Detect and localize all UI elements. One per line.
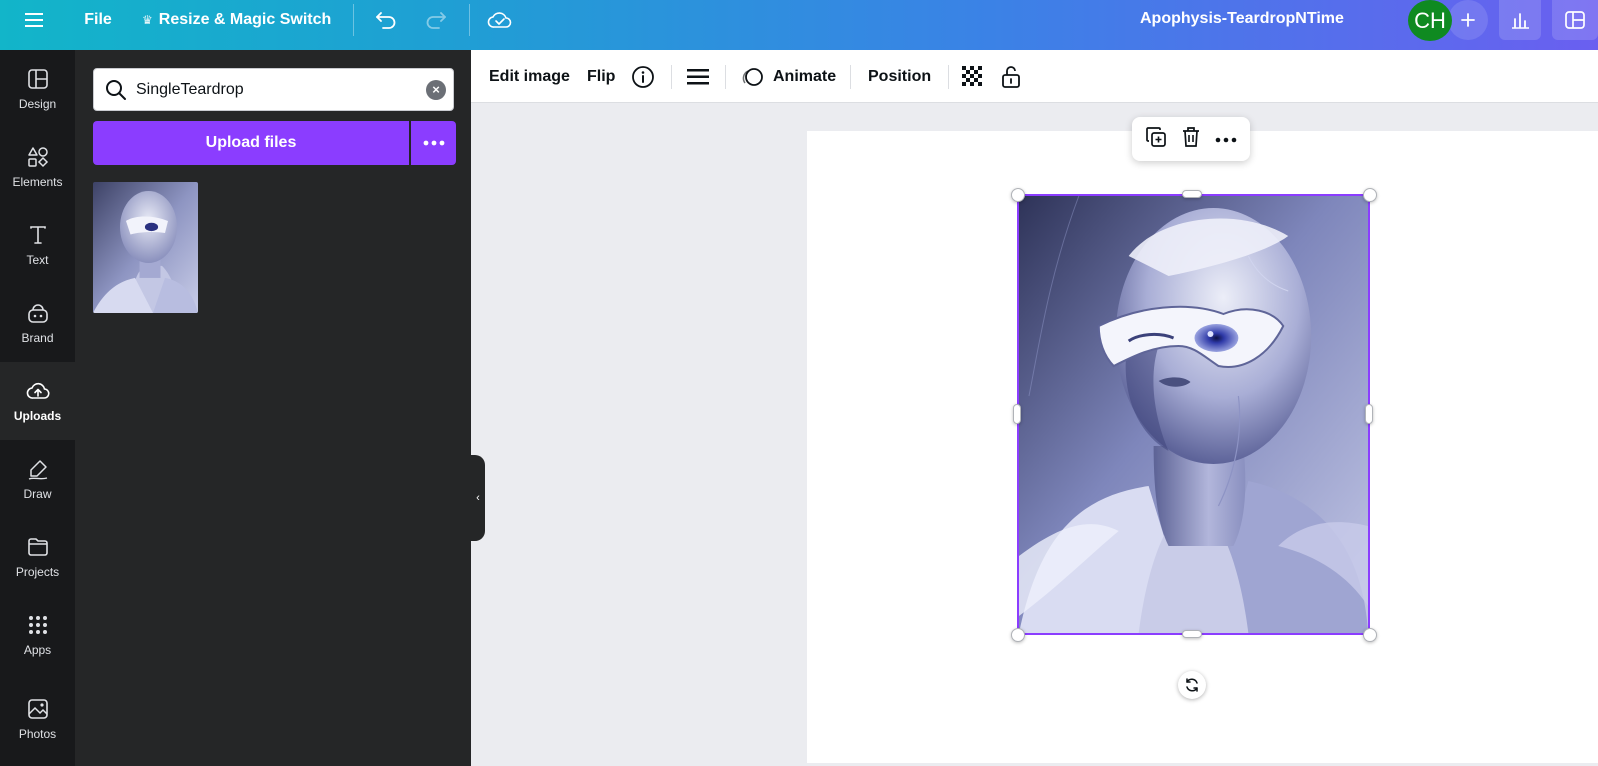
resize-label: Resize & Magic Switch [158, 11, 332, 28]
resize-handle-bottom[interactable] [1182, 630, 1202, 638]
lock-icon[interactable] [1000, 50, 1022, 103]
sidebar-item-uploads[interactable]: Uploads [0, 362, 75, 440]
sidebar-item-label: Brand [21, 331, 54, 345]
sidebar-item-label: Photos [18, 727, 57, 741]
sidebar-item-apps[interactable]: Apps [0, 596, 75, 674]
sidebar-item-label: Draw [23, 487, 52, 501]
animate-label: Animate [773, 67, 837, 85]
resize-handle-top[interactable] [1182, 190, 1202, 198]
clear-search-icon[interactable]: × [426, 79, 446, 100]
uploads-panel: × Upload files [75, 50, 471, 766]
cloud-upload-icon [26, 382, 50, 399]
border-style-icon[interactable] [687, 50, 709, 103]
resize-handle-top-right[interactable] [1363, 188, 1377, 202]
duplicate-icon[interactable] [1145, 126, 1167, 153]
sidebar-item-draw[interactable]: Draw [0, 440, 75, 518]
apps-grid-icon [28, 616, 47, 634]
edit-image-button[interactable]: Edit image [489, 50, 570, 103]
crown-icon: ♛ [142, 13, 153, 27]
brand-icon [27, 304, 48, 323]
sidebar-item-label: Elements [12, 175, 63, 189]
text-icon [29, 226, 46, 244]
sidebar-item-label: Uploads [13, 409, 62, 423]
resize-handle-bottom-right[interactable] [1363, 628, 1377, 642]
teardrop-portrait-image [1019, 196, 1368, 633]
folder-icon [27, 538, 48, 556]
sidebar-item-elements[interactable]: Elements [0, 128, 75, 206]
sidebar-item-projects[interactable]: Projects [0, 518, 75, 596]
pen-icon [28, 460, 47, 480]
undo-icon[interactable] [366, 0, 406, 40]
resize-handle-right[interactable] [1365, 404, 1373, 424]
sidebar-item-design[interactable]: Design [0, 50, 75, 128]
plus-icon[interactable] [1448, 0, 1488, 40]
sidebar-item-label: Projects [15, 565, 60, 579]
hamburger-icon[interactable] [16, 0, 52, 40]
sidebar-item-label: Design [18, 97, 57, 111]
context-toolbar: Edit image Flip Animate Position [471, 50, 1598, 103]
shapes-icon [27, 147, 48, 168]
selected-image[interactable] [1017, 194, 1370, 635]
divider [469, 4, 470, 36]
top-bar: File ♛ Resize & Magic Switch Apophysis-T… [0, 0, 1598, 50]
animate-icon [742, 67, 763, 86]
more-dots-icon[interactable] [1215, 130, 1237, 148]
search-field: × [93, 68, 454, 111]
left-rail: Design Elements Text Brand Uploads Draw … [0, 50, 75, 766]
sidebar-item-text[interactable]: Text [0, 206, 75, 284]
element-floating-toolbar [1132, 117, 1250, 161]
animate-button[interactable]: Animate [741, 50, 836, 103]
sidebar-item-brand[interactable]: Brand [0, 284, 75, 362]
share-icon[interactable] [1552, 0, 1598, 40]
bar-chart-icon[interactable] [1499, 0, 1541, 40]
layout-icon [27, 69, 48, 89]
redo-icon[interactable] [416, 0, 456, 40]
search-icon [96, 79, 136, 101]
sidebar-item-photos[interactable]: Photos [0, 680, 75, 758]
resize-handle-left[interactable] [1013, 404, 1021, 424]
position-button[interactable]: Position [868, 50, 931, 103]
sidebar-item-label: Apps [23, 643, 52, 657]
divider [353, 4, 354, 36]
flip-button[interactable]: Flip [587, 50, 615, 103]
info-icon[interactable] [631, 50, 655, 103]
cloud-check-icon[interactable] [480, 0, 520, 40]
trash-icon[interactable] [1181, 126, 1201, 153]
avatar[interactable]: CH [1408, 0, 1452, 41]
uploaded-image-thumbnail[interactable] [93, 182, 198, 313]
checkerboard-icon[interactable] [962, 50, 984, 103]
rotate-icon[interactable] [1178, 671, 1206, 699]
more-dots-icon[interactable] [411, 121, 456, 165]
resize-magic-switch-button[interactable]: ♛ Resize & Magic Switch [136, 0, 336, 40]
search-input[interactable] [136, 80, 416, 99]
resize-handle-bottom-left[interactable] [1011, 628, 1025, 642]
resize-handle-top-left[interactable] [1011, 188, 1025, 202]
image-icon [27, 699, 48, 719]
document-title[interactable]: Apophysis-TeardropNTime [1140, 0, 1344, 38]
sidebar-item-label: Text [26, 253, 49, 267]
upload-files-button[interactable]: Upload files [93, 121, 409, 165]
collapse-panel-button[interactable]: ‹ [471, 455, 485, 541]
file-menu-button[interactable]: File [74, 0, 122, 40]
